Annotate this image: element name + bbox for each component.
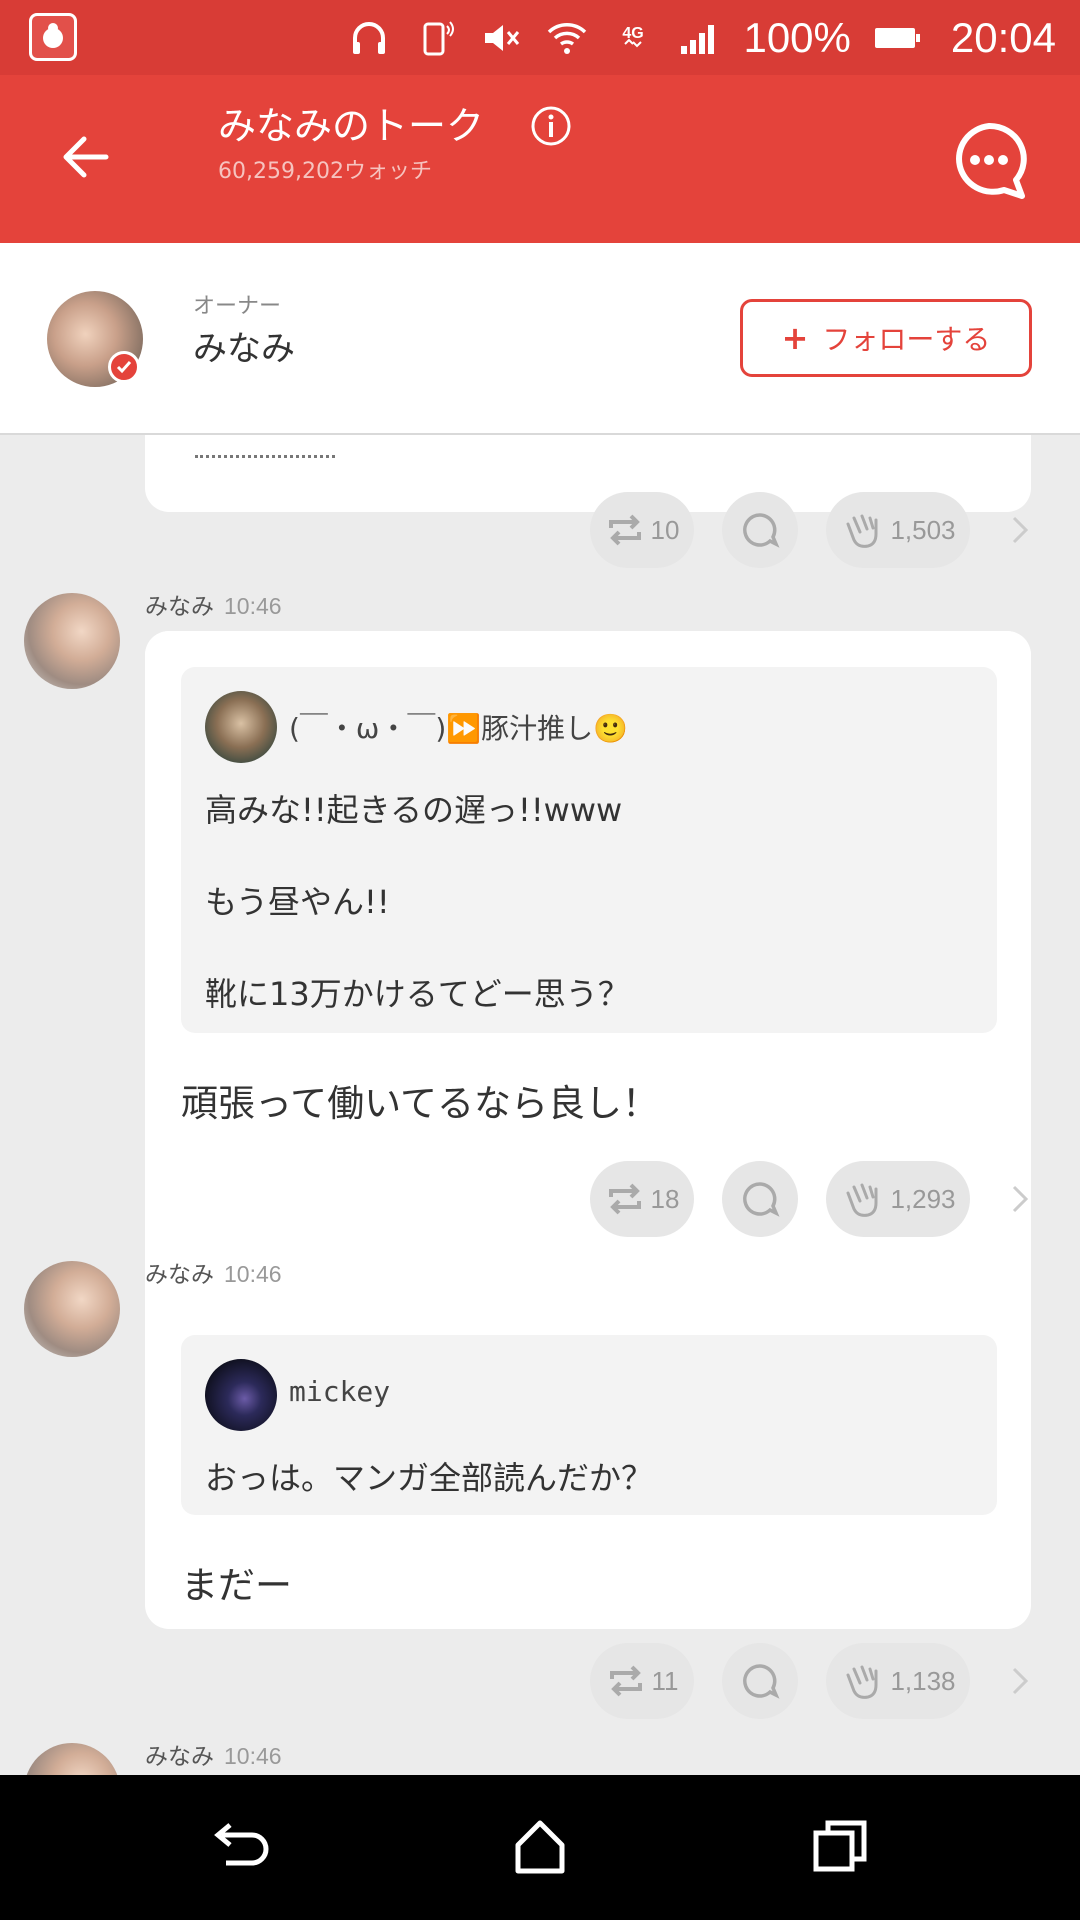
quote-user-avatar[interactable] (205, 691, 277, 763)
applause-icon (846, 514, 878, 548)
chevron-right-icon[interactable] (1006, 510, 1034, 550)
post-time: 10:46 (224, 593, 282, 619)
chat-menu-icon[interactable] (948, 120, 1030, 202)
wifi-icon (548, 22, 587, 54)
comment-button[interactable] (722, 1643, 798, 1719)
applause-icon (846, 1183, 878, 1217)
recents-nav-icon[interactable] (798, 1805, 882, 1889)
talk-feed[interactable]: 10 1,503 みなみ 10:46 (￣・ω・￣)⏩豚汁推し🙂 高みな!!起きる… (0, 435, 1080, 1775)
battery-icon (874, 27, 920, 48)
author-avatar[interactable] (24, 1743, 120, 1775)
reply-text: 頑張って働いてるなら良し！ (181, 1082, 660, 1125)
author-avatar[interactable] (24, 593, 120, 689)
quote-text-line: 高みな!!起きるの遅っ!!www (205, 791, 623, 829)
watch-count: 60,259,202ウォッチ (218, 159, 432, 184)
message-card-2: mickey おっは。マンガ全部読んだか？ まだー (145, 1299, 1031, 1629)
owner-bar: オーナー みなみ + フォローする (0, 243, 1080, 435)
post-author: みなみ (145, 1744, 214, 1770)
comment-icon (743, 1664, 780, 1699)
applause-button[interactable]: 1,503 (826, 492, 970, 568)
quote-text-line: もう昼やん!! (205, 883, 390, 921)
message-actions: 10 1,503 (590, 492, 1034, 568)
retalk-icon (608, 514, 641, 546)
quote-text-line: 靴に13万かけるてどー思う？ (205, 975, 630, 1013)
info-icon[interactable] (530, 105, 572, 147)
plus-icon: + (781, 319, 809, 357)
quote-user-avatar[interactable] (205, 1359, 277, 1431)
talk-header: みなみのトーク 60,259,202ウォッチ (0, 75, 1080, 243)
quoted-message[interactable]: mickey おっは。マンガ全部読んだか？ (181, 1335, 997, 1515)
owner-label: オーナー (193, 294, 282, 319)
status-bar: 4G 100% 20:04 (0, 0, 1080, 75)
retalk-button[interactable]: 10 (590, 492, 694, 568)
comment-icon (743, 1182, 780, 1217)
quote-user-name: (￣・ω・￣)⏩豚汁推し🙂 (289, 712, 629, 745)
talk-title: みなみのトーク (218, 104, 485, 148)
clock: 20:04 (950, 13, 1056, 61)
post-time: 10:46 (224, 1743, 282, 1769)
app-notification-icon (29, 13, 77, 61)
message-actions: 11 1,138 (590, 1643, 1034, 1719)
home-nav-icon[interactable] (498, 1805, 582, 1889)
post-author: みなみ (145, 1262, 214, 1288)
comment-button[interactable] (722, 492, 798, 568)
verified-badge-icon (108, 351, 140, 383)
applause-button[interactable]: 1,293 (826, 1161, 970, 1237)
post-time: 10:46 (224, 1261, 282, 1287)
post-author: みなみ (145, 594, 214, 620)
quote-text-line: おっは。マンガ全部読んだか？ (205, 1459, 654, 1497)
system-nav-bar (0, 1775, 1080, 1920)
network-4g-icon: 4G (623, 25, 644, 47)
back-arrow-icon[interactable] (56, 127, 116, 187)
post-meta: みなみ 10:46 (145, 1255, 282, 1289)
reply-text: まだー (181, 1564, 292, 1607)
author-avatar[interactable] (24, 1261, 120, 1357)
quote-user-name: mickey (289, 1375, 391, 1408)
comment-button[interactable] (722, 1161, 798, 1237)
retalk-button[interactable]: 11 (590, 1643, 694, 1719)
applause-icon (846, 1665, 878, 1699)
retalk-icon (609, 1665, 642, 1697)
retalk-button[interactable]: 18 (590, 1161, 694, 1237)
chevron-right-icon[interactable] (1006, 1661, 1034, 1701)
quoted-message[interactable]: (￣・ω・￣)⏩豚汁推し🙂 高みな!!起きるの遅っ!!www もう昼やん!! 靴… (181, 667, 997, 1033)
comment-icon (743, 513, 780, 548)
post-meta: みなみ 10:46 (145, 587, 282, 621)
applause-button[interactable]: 1,138 (826, 1643, 970, 1719)
retalk-icon (608, 1183, 641, 1215)
battery-percentage: 100% (743, 13, 851, 61)
signal-icon (681, 24, 715, 54)
vibrate-icon (423, 20, 455, 55)
message-actions: 18 1,293 (590, 1161, 1034, 1237)
post-meta: みなみ 10:46 (145, 1737, 282, 1771)
headphones-icon (353, 21, 386, 54)
follow-label: フォローする (822, 323, 991, 356)
follow-button[interactable]: + フォローする (740, 299, 1032, 377)
svg-text:4G: 4G (623, 25, 644, 42)
owner-name: みなみ (193, 329, 295, 369)
back-nav-icon[interactable] (198, 1805, 282, 1889)
mute-icon (485, 24, 520, 51)
chevron-right-icon[interactable] (1006, 1179, 1034, 1219)
